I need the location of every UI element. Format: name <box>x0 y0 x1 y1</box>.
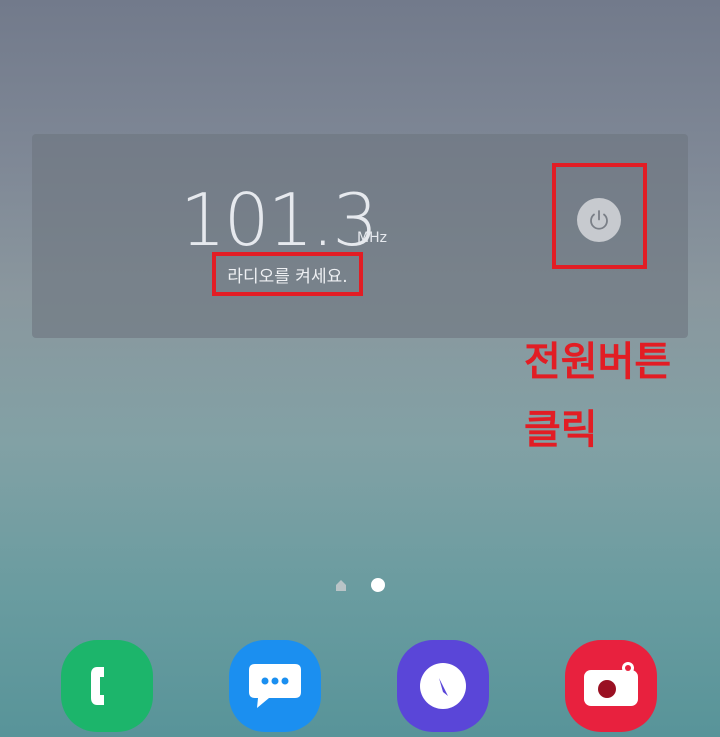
clock-icon <box>420 663 466 709</box>
phone-icon <box>91 667 104 705</box>
messages-app-icon[interactable] <box>229 640 321 732</box>
camera-app-icon[interactable] <box>565 640 657 732</box>
radio-status-text: 라디오를 켜세요. <box>212 252 363 296</box>
messages-icon <box>249 664 301 708</box>
clock-app-icon[interactable] <box>397 640 489 732</box>
instruction-annotation: 전원버튼 클릭 <box>524 328 720 464</box>
radio-status-label: 라디오를 켜세요. <box>227 266 348 287</box>
power-icon <box>590 210 608 230</box>
camera-icon <box>584 662 638 706</box>
home-page-indicator-icon[interactable] <box>334 578 348 592</box>
annotation-line-1: 전원버튼 <box>524 339 672 385</box>
annotation-line-2: 클릭 <box>524 407 598 453</box>
page-indicator-dot[interactable] <box>371 578 385 592</box>
frequency-unit: MHz <box>357 230 387 246</box>
power-button[interactable] <box>577 198 621 242</box>
radio-frequency: 101.3 <box>180 178 378 262</box>
phone-app-icon[interactable] <box>61 640 153 732</box>
